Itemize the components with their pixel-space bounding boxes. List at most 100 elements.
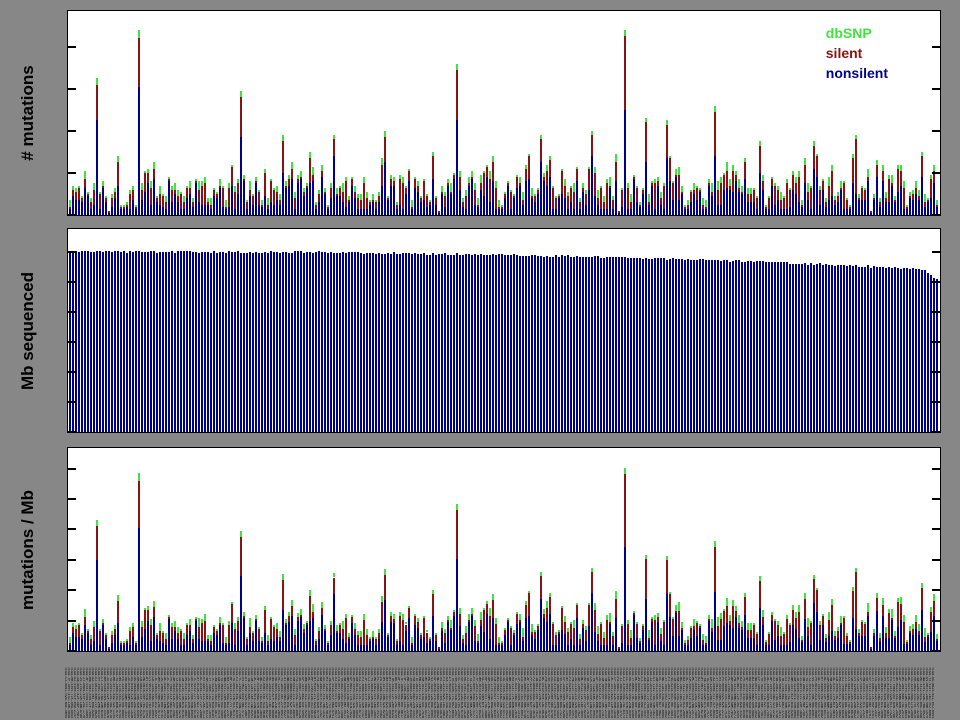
bar-segment	[600, 624, 602, 645]
bar-segment	[138, 473, 140, 481]
bar-segment	[240, 531, 242, 537]
stacked-bar	[159, 448, 161, 651]
bar-segment	[339, 633, 341, 651]
bar-segment	[222, 186, 224, 188]
stacked-bar	[720, 11, 722, 215]
bar-segment	[801, 200, 803, 204]
bar-segment	[918, 631, 920, 635]
bar-segment	[171, 627, 173, 639]
bar-segment	[165, 252, 167, 432]
bar-segment	[720, 619, 722, 640]
y-tick-left	[68, 431, 76, 432]
bar-segment	[285, 625, 287, 651]
stacked-bar	[501, 448, 503, 651]
stacked-bar	[723, 229, 725, 432]
bar-segment	[201, 252, 203, 432]
bar-segment	[117, 186, 119, 215]
bar-segment	[690, 202, 692, 215]
bar-segment	[663, 186, 665, 209]
plot-area-mutations-per-mb: 00.511.522.53	[68, 448, 940, 651]
bar-segment	[858, 636, 860, 651]
stacked-bar	[420, 11, 422, 215]
stacked-bar	[246, 448, 248, 651]
bar-segment	[897, 192, 899, 215]
bar-segment	[99, 645, 101, 651]
bar-segment	[345, 181, 347, 206]
stacked-bar	[237, 448, 239, 651]
bar-segment	[534, 255, 536, 432]
bar-segment	[702, 640, 704, 644]
bar-segment	[915, 194, 917, 215]
bar-segment	[753, 190, 755, 203]
stacked-bar	[813, 229, 815, 432]
stacked-bar	[684, 11, 686, 215]
bar-segment	[213, 196, 215, 215]
bar-segment	[309, 158, 311, 183]
bar-segment	[498, 200, 500, 206]
bar-segment	[657, 181, 659, 185]
stacked-bar	[747, 229, 749, 432]
bar-segment	[597, 198, 599, 204]
stacked-bar	[723, 11, 725, 215]
stacked-bar	[675, 448, 677, 651]
stacked-bar	[78, 448, 80, 651]
bar-segment	[924, 207, 926, 215]
bar-segment	[81, 639, 83, 651]
stacked-bar	[141, 448, 143, 651]
bar-segment	[516, 612, 518, 614]
bar-segment	[90, 639, 92, 645]
bar-segment	[567, 645, 569, 651]
stacked-bar	[795, 11, 797, 215]
bar-segment	[87, 629, 89, 631]
bar-segment	[435, 255, 437, 432]
bar-segment	[75, 637, 77, 651]
bar-segment	[357, 194, 359, 198]
stacked-bar	[483, 448, 485, 651]
bar-segment	[711, 260, 713, 432]
bar-segment	[510, 645, 512, 651]
bar-segment	[702, 209, 704, 215]
stacked-bar	[825, 229, 827, 432]
bar-segment	[894, 196, 896, 200]
bar-segment	[270, 251, 272, 432]
stacked-bar	[552, 11, 554, 215]
bar-segment	[855, 139, 857, 194]
bar-segment	[186, 198, 188, 215]
stacked-bar	[336, 229, 338, 432]
bar-segment	[255, 181, 257, 183]
bar-segment	[828, 177, 830, 185]
y-tick-right	[932, 498, 940, 500]
bar-segment	[636, 202, 638, 215]
bar-segment	[252, 194, 254, 196]
stacked-bar	[468, 448, 470, 651]
stacked-bar	[846, 448, 848, 651]
bar-segment	[831, 171, 833, 196]
bar-segment	[660, 192, 662, 198]
bar-segment	[816, 264, 818, 432]
bar-segment	[789, 264, 791, 432]
bar-segment	[807, 183, 809, 191]
bar-segment	[486, 165, 488, 167]
bar-segment	[84, 625, 86, 651]
bar-segment	[267, 635, 269, 641]
stacked-bar	[90, 448, 92, 651]
bar-segment	[132, 252, 134, 432]
bar-segment	[717, 617, 719, 625]
bar-segment	[918, 190, 920, 196]
stacked-bar	[243, 448, 245, 651]
y-axis-title-mb-sequenced: Mb sequenced	[18, 271, 38, 389]
bar-segment	[849, 207, 851, 209]
bar-segment	[699, 190, 701, 192]
stacked-bar	[867, 229, 869, 432]
bar-segment	[372, 253, 374, 432]
bar-segment	[903, 209, 905, 215]
bar-segment	[618, 649, 620, 651]
stacked-bar	[684, 448, 686, 651]
bar-segment	[702, 645, 704, 651]
stacked-bar	[381, 229, 383, 432]
stacked-bar	[285, 448, 287, 651]
bar-segment	[627, 209, 629, 215]
bar-segment	[873, 633, 875, 635]
stacked-bar	[348, 11, 350, 215]
bar-segment	[198, 639, 200, 651]
